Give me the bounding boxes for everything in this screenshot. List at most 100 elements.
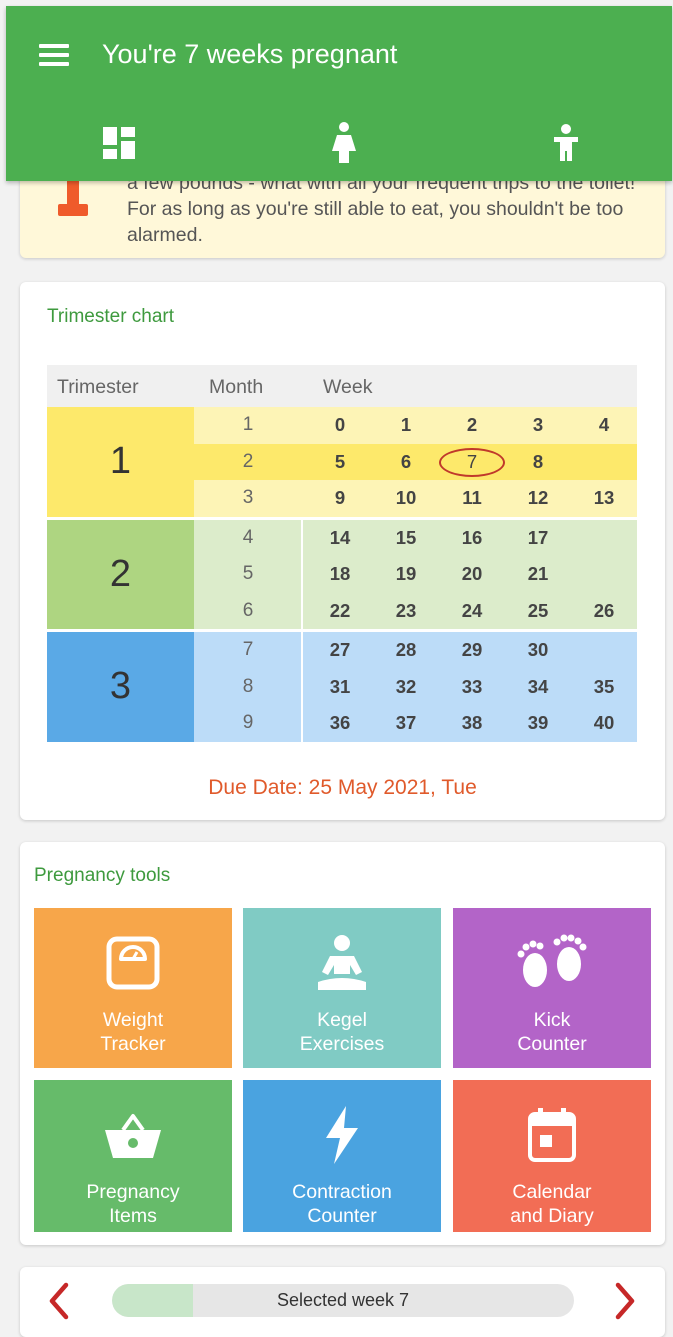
tab-mother[interactable] xyxy=(314,118,374,168)
week-cell[interactable]: 1 xyxy=(373,407,439,444)
month-cell: 7 xyxy=(242,639,254,660)
kegel-exercises-label: Kegel Exercises xyxy=(299,1009,385,1055)
month-row: 9 36 37 38 39 40 xyxy=(194,705,637,742)
week-cell[interactable]: 26 xyxy=(571,593,637,630)
week-cell[interactable]: 14 xyxy=(307,520,373,557)
week-cell[interactable]: 37 xyxy=(373,705,439,742)
week-cell[interactable]: 8 xyxy=(505,444,571,481)
week-cell[interactable]: 35 xyxy=(571,669,637,706)
week-cell[interactable]: 2 xyxy=(439,407,505,444)
week-cell[interactable]: 23 xyxy=(373,593,439,630)
week-cell[interactable]: 38 xyxy=(439,705,505,742)
week-cell[interactable]: 4 xyxy=(571,407,637,444)
next-week-arrow-icon[interactable] xyxy=(610,1281,640,1321)
month-cell: 2 xyxy=(242,450,254,472)
week-cell[interactable] xyxy=(571,556,637,593)
month-row: 2 56 7 8 xyxy=(194,443,637,481)
week-cell[interactable]: 32 xyxy=(373,669,439,706)
previous-week-arrow-icon[interactable] xyxy=(44,1281,74,1321)
meditation-icon xyxy=(318,935,366,990)
week-cell[interactable]: 20 xyxy=(439,556,505,593)
kick-counter-label: Kick Counter xyxy=(517,1009,587,1055)
week-cell[interactable]: 22 xyxy=(307,593,373,630)
tip-text: a few pounds - what with all your freque… xyxy=(127,172,636,246)
week-cell[interactable]: 21 xyxy=(505,556,571,593)
month-cell: 1 xyxy=(242,414,254,435)
month-row: 3 9 10 11 12 13 xyxy=(194,480,637,517)
basket-icon xyxy=(105,1114,161,1158)
menu-icon[interactable] xyxy=(36,42,72,72)
trimester-chart-card: Trimester chart Trimester Month Week 110… xyxy=(20,282,665,820)
week-cell[interactable]: 16 xyxy=(439,520,505,557)
contraction-counter-label: Contraction Counter xyxy=(292,1181,392,1227)
weight-tracker-label: Weight Tracker xyxy=(100,1009,166,1055)
trimester-table: Trimester Month Week 1 1 0 1 2 3 4 2 5 6 7 8 3 9 10 11 1… xyxy=(47,365,637,742)
trimester-number: 3 xyxy=(47,632,194,742)
week-cell[interactable]: 12 xyxy=(505,480,571,517)
week-cell[interactable]: 39 xyxy=(505,705,571,742)
column-divider xyxy=(301,705,303,742)
week-cell[interactable]: 19 xyxy=(373,556,439,593)
week-cell[interactable]: 11 xyxy=(439,480,505,517)
month-cell: 6 xyxy=(242,599,254,621)
week-cell[interactable]: 27 xyxy=(307,632,373,669)
kegel-exercises-tile[interactable]: Kegel Exercises xyxy=(243,908,441,1068)
current-week-cell[interactable]: 7 xyxy=(439,444,505,481)
calendar-icon xyxy=(528,1108,576,1162)
month-cell: 4 xyxy=(242,526,254,548)
calendar-diary-tile[interactable]: Calendar and Diary xyxy=(453,1080,651,1232)
pregnancy-tools-title: Pregnancy tools xyxy=(34,865,171,886)
week-cell[interactable]: 29 xyxy=(439,632,505,669)
tab-overview[interactable] xyxy=(89,118,149,168)
contraction-counter-tile[interactable]: Contraction Counter xyxy=(243,1080,441,1232)
week-cell[interactable] xyxy=(571,520,637,557)
kick-counter-tile[interactable]: Kick Counter xyxy=(453,908,651,1068)
month-cell: 8 xyxy=(242,675,254,697)
week-progress-bar[interactable]: Selected week 7 xyxy=(112,1284,574,1317)
lightning-icon xyxy=(326,1106,358,1164)
week-cell[interactable] xyxy=(571,444,637,481)
footprints-icon xyxy=(517,934,587,987)
weight-scale-icon xyxy=(106,936,160,990)
pregnancy-items-tile[interactable]: Pregnancy Items xyxy=(34,1080,232,1232)
week-cell[interactable]: 33 xyxy=(439,669,505,706)
week-cell[interactable]: 18 xyxy=(307,556,373,593)
week-cell[interactable]: 17 xyxy=(505,520,571,557)
week-cell[interactable]: 40 xyxy=(571,705,637,742)
month-row: 6 22 23 24 25 26 xyxy=(194,592,637,630)
week-cell[interactable]: 24 xyxy=(439,593,505,630)
pregnancy-items-label: Pregnancy Items xyxy=(86,1181,180,1227)
header-trimester: Trimester xyxy=(57,376,139,398)
week-cell[interactable]: 0 xyxy=(307,407,373,444)
week-cell[interactable]: 6 xyxy=(373,444,439,481)
week-cell[interactable]: 3 xyxy=(505,407,571,444)
column-divider xyxy=(301,632,303,669)
column-divider xyxy=(301,668,303,705)
week-cell[interactable]: 10 xyxy=(373,480,439,517)
week-cell[interactable] xyxy=(571,632,637,669)
trimester-table-header: Trimester Month Week xyxy=(47,365,637,407)
month-cell: 9 xyxy=(242,712,254,733)
trimester-number: 2 xyxy=(47,519,194,629)
week-cell[interactable]: 28 xyxy=(373,632,439,669)
week-cell[interactable]: 25 xyxy=(505,593,571,630)
week-cell[interactable]: 30 xyxy=(505,632,571,669)
week-cell[interactable]: 36 xyxy=(307,705,373,742)
trimester-table-body: 1 1 0 1 2 3 4 2 5 6 7 8 3 9 10 11 12 13 2 4 14 15 16 17 5 18 19 20 2… xyxy=(47,407,637,742)
dashboard-icon xyxy=(103,127,135,159)
week-cell[interactable]: 31 xyxy=(307,669,373,706)
header-month: Month xyxy=(209,376,264,398)
current-week-number: 7 xyxy=(466,450,478,472)
week-cell[interactable]: 34 xyxy=(505,669,571,706)
week-cell[interactable]: 15 xyxy=(373,520,439,557)
weight-tracker-tile[interactable]: Weight Tracker xyxy=(34,908,232,1068)
week-cell[interactable]: 13 xyxy=(571,480,637,517)
baby-icon xyxy=(554,124,578,161)
week-cell[interactable]: 5 xyxy=(307,444,373,481)
pregnant-woman-icon xyxy=(332,122,356,163)
tab-baby[interactable] xyxy=(536,118,596,168)
month-cell: 5 xyxy=(242,563,254,584)
week-cell[interactable]: 9 xyxy=(307,480,373,517)
trimester-group: 3 7 27 28 29 30 8 31 32 33 34 35 9 36 37 38 39 40 xyxy=(47,629,637,742)
pregnancy-tools-card: Pregnancy tools Weight Tracker Kegel Exe… xyxy=(20,842,665,1245)
